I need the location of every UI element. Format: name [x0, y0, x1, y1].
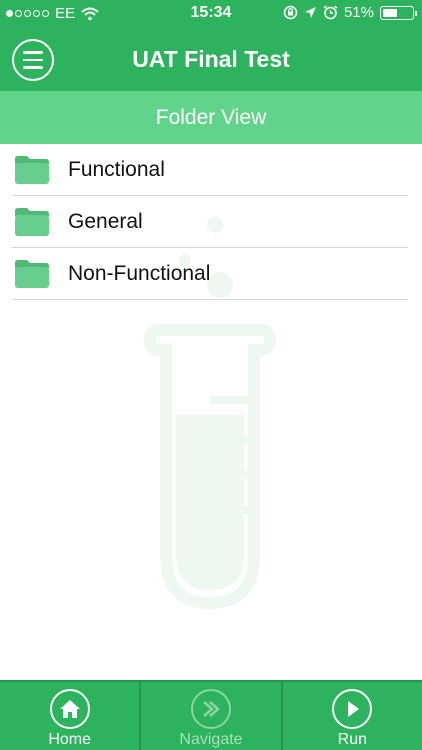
folder-icon	[15, 207, 49, 236]
status-bar: EE 15:34 51%	[0, 0, 422, 28]
tab-run-label: Run	[337, 731, 367, 748]
rotation-lock-icon	[283, 5, 298, 20]
tab-home[interactable]: Home	[0, 682, 139, 750]
folder-icon	[15, 259, 49, 288]
list-item[interactable]: Functional	[12, 144, 408, 196]
list-item[interactable]: Non-Functional	[12, 248, 408, 300]
alarm-icon	[323, 5, 338, 20]
battery-percent: 51%	[343, 4, 374, 21]
navigate-icon	[190, 689, 231, 729]
list-item-label: Non-Functional	[68, 261, 211, 285]
play-icon	[332, 689, 373, 729]
list-item-label: Functional	[68, 157, 165, 181]
folder-list: Functional General Non-Functional	[12, 144, 408, 300]
location-icon	[304, 7, 316, 18]
battery-icon	[380, 5, 417, 20]
list-item-label: General	[68, 209, 143, 233]
folder-view-title: Folder View	[155, 105, 267, 129]
list-item[interactable]: General	[12, 196, 408, 248]
home-icon	[49, 689, 90, 729]
tab-navigate[interactable]: Navigate	[139, 682, 280, 750]
folder-icon	[15, 155, 49, 184]
bottom-tab-bar: Home Navigate Run	[0, 680, 422, 750]
folder-view-header: Folder View	[0, 91, 422, 144]
tab-home-label: Home	[48, 731, 91, 748]
tab-navigate-label: Navigate	[179, 731, 243, 748]
tab-run[interactable]: Run	[280, 682, 422, 750]
page-title: UAT Final Test	[132, 46, 290, 72]
top-bar: EE 15:34 51% UAT Final Test	[0, 0, 422, 91]
